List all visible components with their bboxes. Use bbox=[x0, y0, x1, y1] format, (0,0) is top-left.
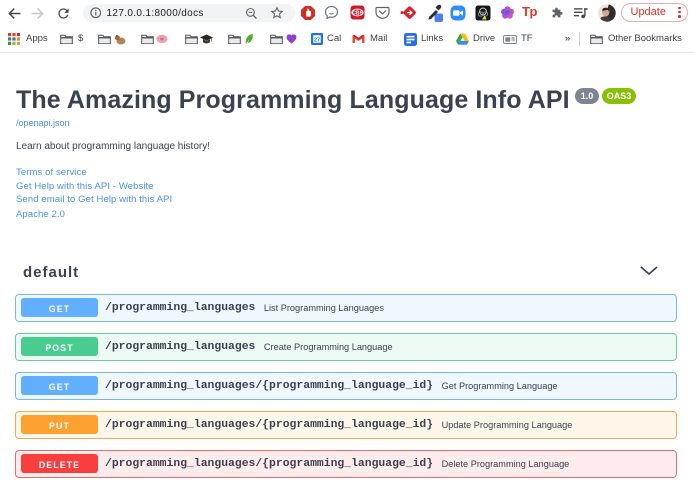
svg-text:27: 27 bbox=[314, 37, 320, 43]
svg-text:CBS: CBS bbox=[352, 10, 363, 16]
